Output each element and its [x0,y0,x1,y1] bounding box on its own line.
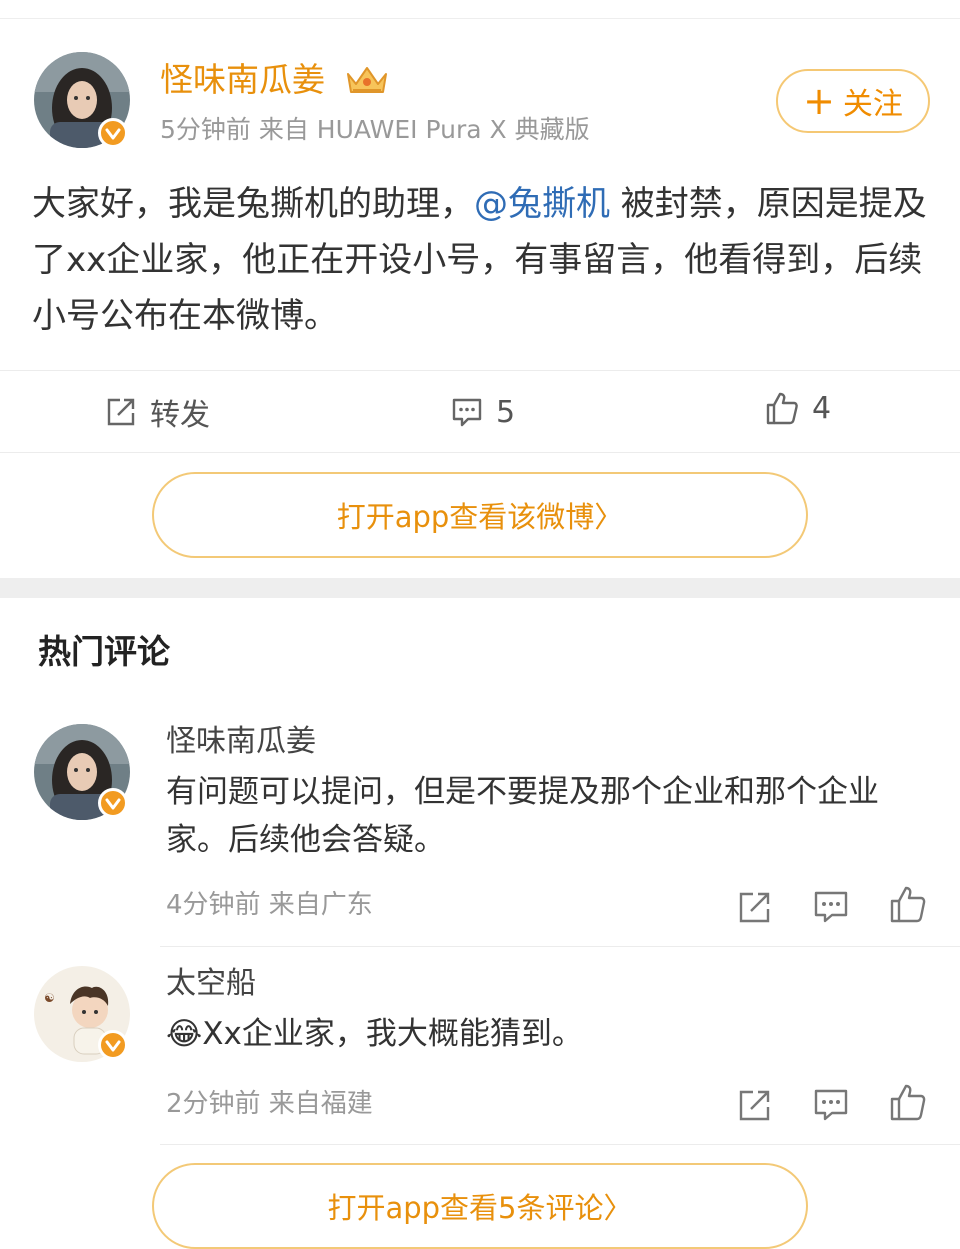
post-author-name[interactable]: 怪味南瓜姜 [160,58,325,102]
repost-label: 转发 [150,398,210,433]
comment-count: 5 [496,394,516,430]
verified-icon [98,118,128,148]
comment-divider [160,946,960,947]
repost-icon [107,398,135,426]
comment-username[interactable]: 怪味南瓜姜 [166,722,316,762]
actions-bottom-divider [0,452,960,453]
open-app-comments-label: 打开app查看5条评论 [327,1191,604,1225]
follow-button[interactable]: + 关注 [776,69,930,133]
comment-meta: 2分钟前 来自福建 [166,1089,373,1119]
post-text-before: 大家好，我是兔撕机的助理， [32,184,474,224]
reply-icon[interactable] [812,888,850,930]
mention-link[interactable]: @兔撕机 [474,184,610,224]
like-button[interactable]: 4 [764,384,831,432]
like-icon[interactable] [888,884,928,928]
comment-text-body: Xx企业家，我大概能猜到。 [202,1016,583,1052]
share-icon[interactable] [736,1086,774,1128]
section-gap [0,578,960,598]
post-body: 大家好，我是兔撕机的助理，@兔撕机 被封禁，原因是提及了xx企业家，他正在开设小… [32,176,932,344]
comment-text: 😂Xx企业家，我大概能猜到。 [166,1010,916,1058]
plus-icon: + [803,79,835,123]
post-meta: 5分钟前 来自 HUAWEI Pura X 典藏版 [160,115,590,144]
chevron-right-icon: 〉 [603,1191,633,1225]
svg-text:☯: ☯ [44,991,55,1005]
open-app-post-button[interactable]: 打开app查看该微博〉 [152,472,808,558]
comment-icon [452,398,482,427]
like-icon[interactable] [888,1082,928,1126]
repost-button[interactable]: 转发 [104,388,210,436]
open-app-comments-button[interactable]: 打开app查看5条评论〉 [152,1163,808,1249]
crown-icon [344,62,390,100]
open-app-post-label: 打开app查看该微博 [336,500,595,534]
laugh-cry-emoji-icon: 😂 [166,1016,203,1052]
actions-top-divider [0,370,960,371]
verified-icon [98,1030,128,1060]
follow-label: 关注 [842,87,903,122]
reply-icon[interactable] [812,1086,850,1128]
top-divider [0,18,960,19]
comment-meta: 4分钟前 来自广东 [166,890,373,920]
comment-button[interactable]: 5 [450,388,515,436]
comment-username[interactable]: 太空船 [166,964,256,1004]
comment-divider [160,1144,960,1145]
comment-text: 有问题可以提问，但是不要提及那个企业和那个企业家。后续他会答疑。 [166,774,879,858]
like-count: 4 [812,390,832,426]
verified-icon [98,788,128,818]
chevron-right-icon: 〉 [594,500,624,534]
like-icon [766,392,798,425]
hot-comments-title: 热门评论 [38,632,170,671]
share-icon[interactable] [736,888,774,930]
